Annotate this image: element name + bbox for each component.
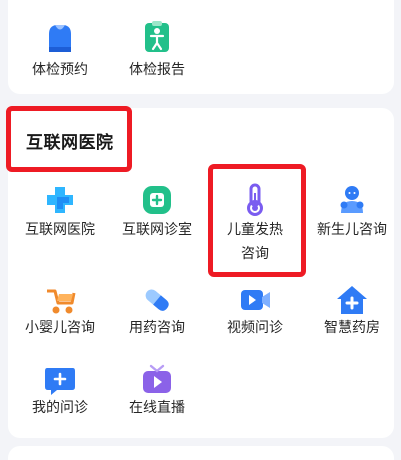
infant-consult-label: 小婴儿咨询 bbox=[25, 320, 95, 336]
child-fever-label-line2: 咨询 bbox=[241, 246, 269, 262]
smart-pharmacy-label: 智慧药房 bbox=[324, 320, 380, 336]
my-consultation-label: 我的问诊 bbox=[32, 400, 88, 416]
newborn-icon bbox=[335, 183, 369, 217]
video-consult-label: 视频问诊 bbox=[227, 320, 283, 336]
checkup-report-label: 体检报告 bbox=[129, 62, 185, 78]
thermometer-icon bbox=[238, 183, 272, 217]
pill-icon bbox=[140, 283, 174, 317]
section-title: 互联网医院 bbox=[26, 133, 114, 153]
pharmacy-house-icon bbox=[335, 283, 369, 317]
internet-hospital-label: 互联网医院 bbox=[25, 222, 95, 238]
hospital-cross-icon bbox=[43, 183, 77, 217]
next-card-edge bbox=[8, 446, 394, 460]
internet-clinic-label: 互联网诊室 bbox=[122, 222, 192, 238]
live-tv-icon bbox=[140, 363, 174, 397]
clinic-room-icon bbox=[140, 183, 174, 217]
health-report-icon bbox=[140, 20, 174, 54]
video-camera-icon bbox=[238, 283, 272, 317]
checkup-booking-label: 体检预约 bbox=[32, 62, 88, 78]
baby-stroller-icon bbox=[43, 283, 77, 317]
child-fever-label-line1: 儿童发热 bbox=[227, 222, 283, 238]
health-checkup-booking-icon bbox=[43, 20, 77, 54]
live-broadcast-label: 在线直播 bbox=[129, 400, 185, 416]
newborn-consult-label: 新生儿咨询 bbox=[317, 222, 387, 238]
my-consultation-icon bbox=[43, 363, 77, 397]
medication-consult-label: 用药咨询 bbox=[129, 320, 185, 336]
